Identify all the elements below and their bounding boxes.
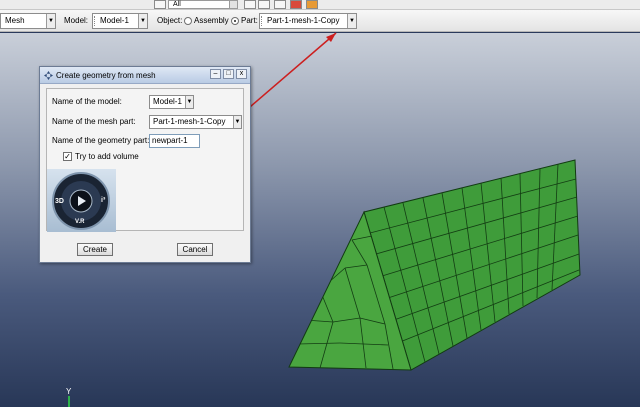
geometry-part-input[interactable]: newpart-1: [149, 134, 200, 148]
chevron-down-icon: ▼: [233, 116, 241, 128]
mesh-part-select-value: Part-1-mesh-1-Copy: [153, 117, 226, 126]
mesh-part-select[interactable]: Part-1-mesh-1-Copy ▼: [149, 115, 242, 129]
triad-y-label: Y: [66, 387, 72, 396]
add-volume-label: Try to add volume: [75, 152, 139, 161]
create-button[interactable]: Create: [77, 243, 113, 256]
dialog-titlebar[interactable]: Create geometry from mesh – □ x: [40, 67, 250, 84]
logo-text-left: 3D: [55, 198, 64, 205]
create-geometry-dialog: Create geometry from mesh – □ x Name of …: [39, 66, 251, 263]
geometry-part-label: Name of the geometry part:: [52, 136, 150, 145]
move-arrows-icon: [44, 71, 53, 80]
minimize-button[interactable]: –: [210, 69, 221, 79]
add-volume-checkbox[interactable]: ✓: [63, 152, 72, 161]
logo-text-bottom: V.R: [75, 219, 85, 225]
logo-text-right: i³: [101, 197, 106, 204]
cancel-button[interactable]: Cancel: [177, 243, 213, 256]
dialog-title: Create geometry from mesh: [56, 71, 156, 80]
close-button[interactable]: x: [236, 69, 247, 79]
geometry-part-value: newpart-1: [152, 136, 188, 145]
chevron-down-icon: ▼: [185, 96, 193, 108]
plugin-logo: 3D i³ V.R: [47, 169, 116, 232]
maximize-button[interactable]: □: [223, 69, 234, 79]
model-select-value: Model-1: [153, 97, 182, 106]
model-select[interactable]: Model-1 ▼: [149, 95, 194, 109]
mesh-part-label: Name of the mesh part:: [52, 117, 136, 126]
triad-axis: [68, 396, 70, 407]
dialog-form: Name of the model: Model-1 ▼ Name of the…: [46, 88, 244, 232]
model-name-label: Name of the model:: [52, 97, 122, 106]
